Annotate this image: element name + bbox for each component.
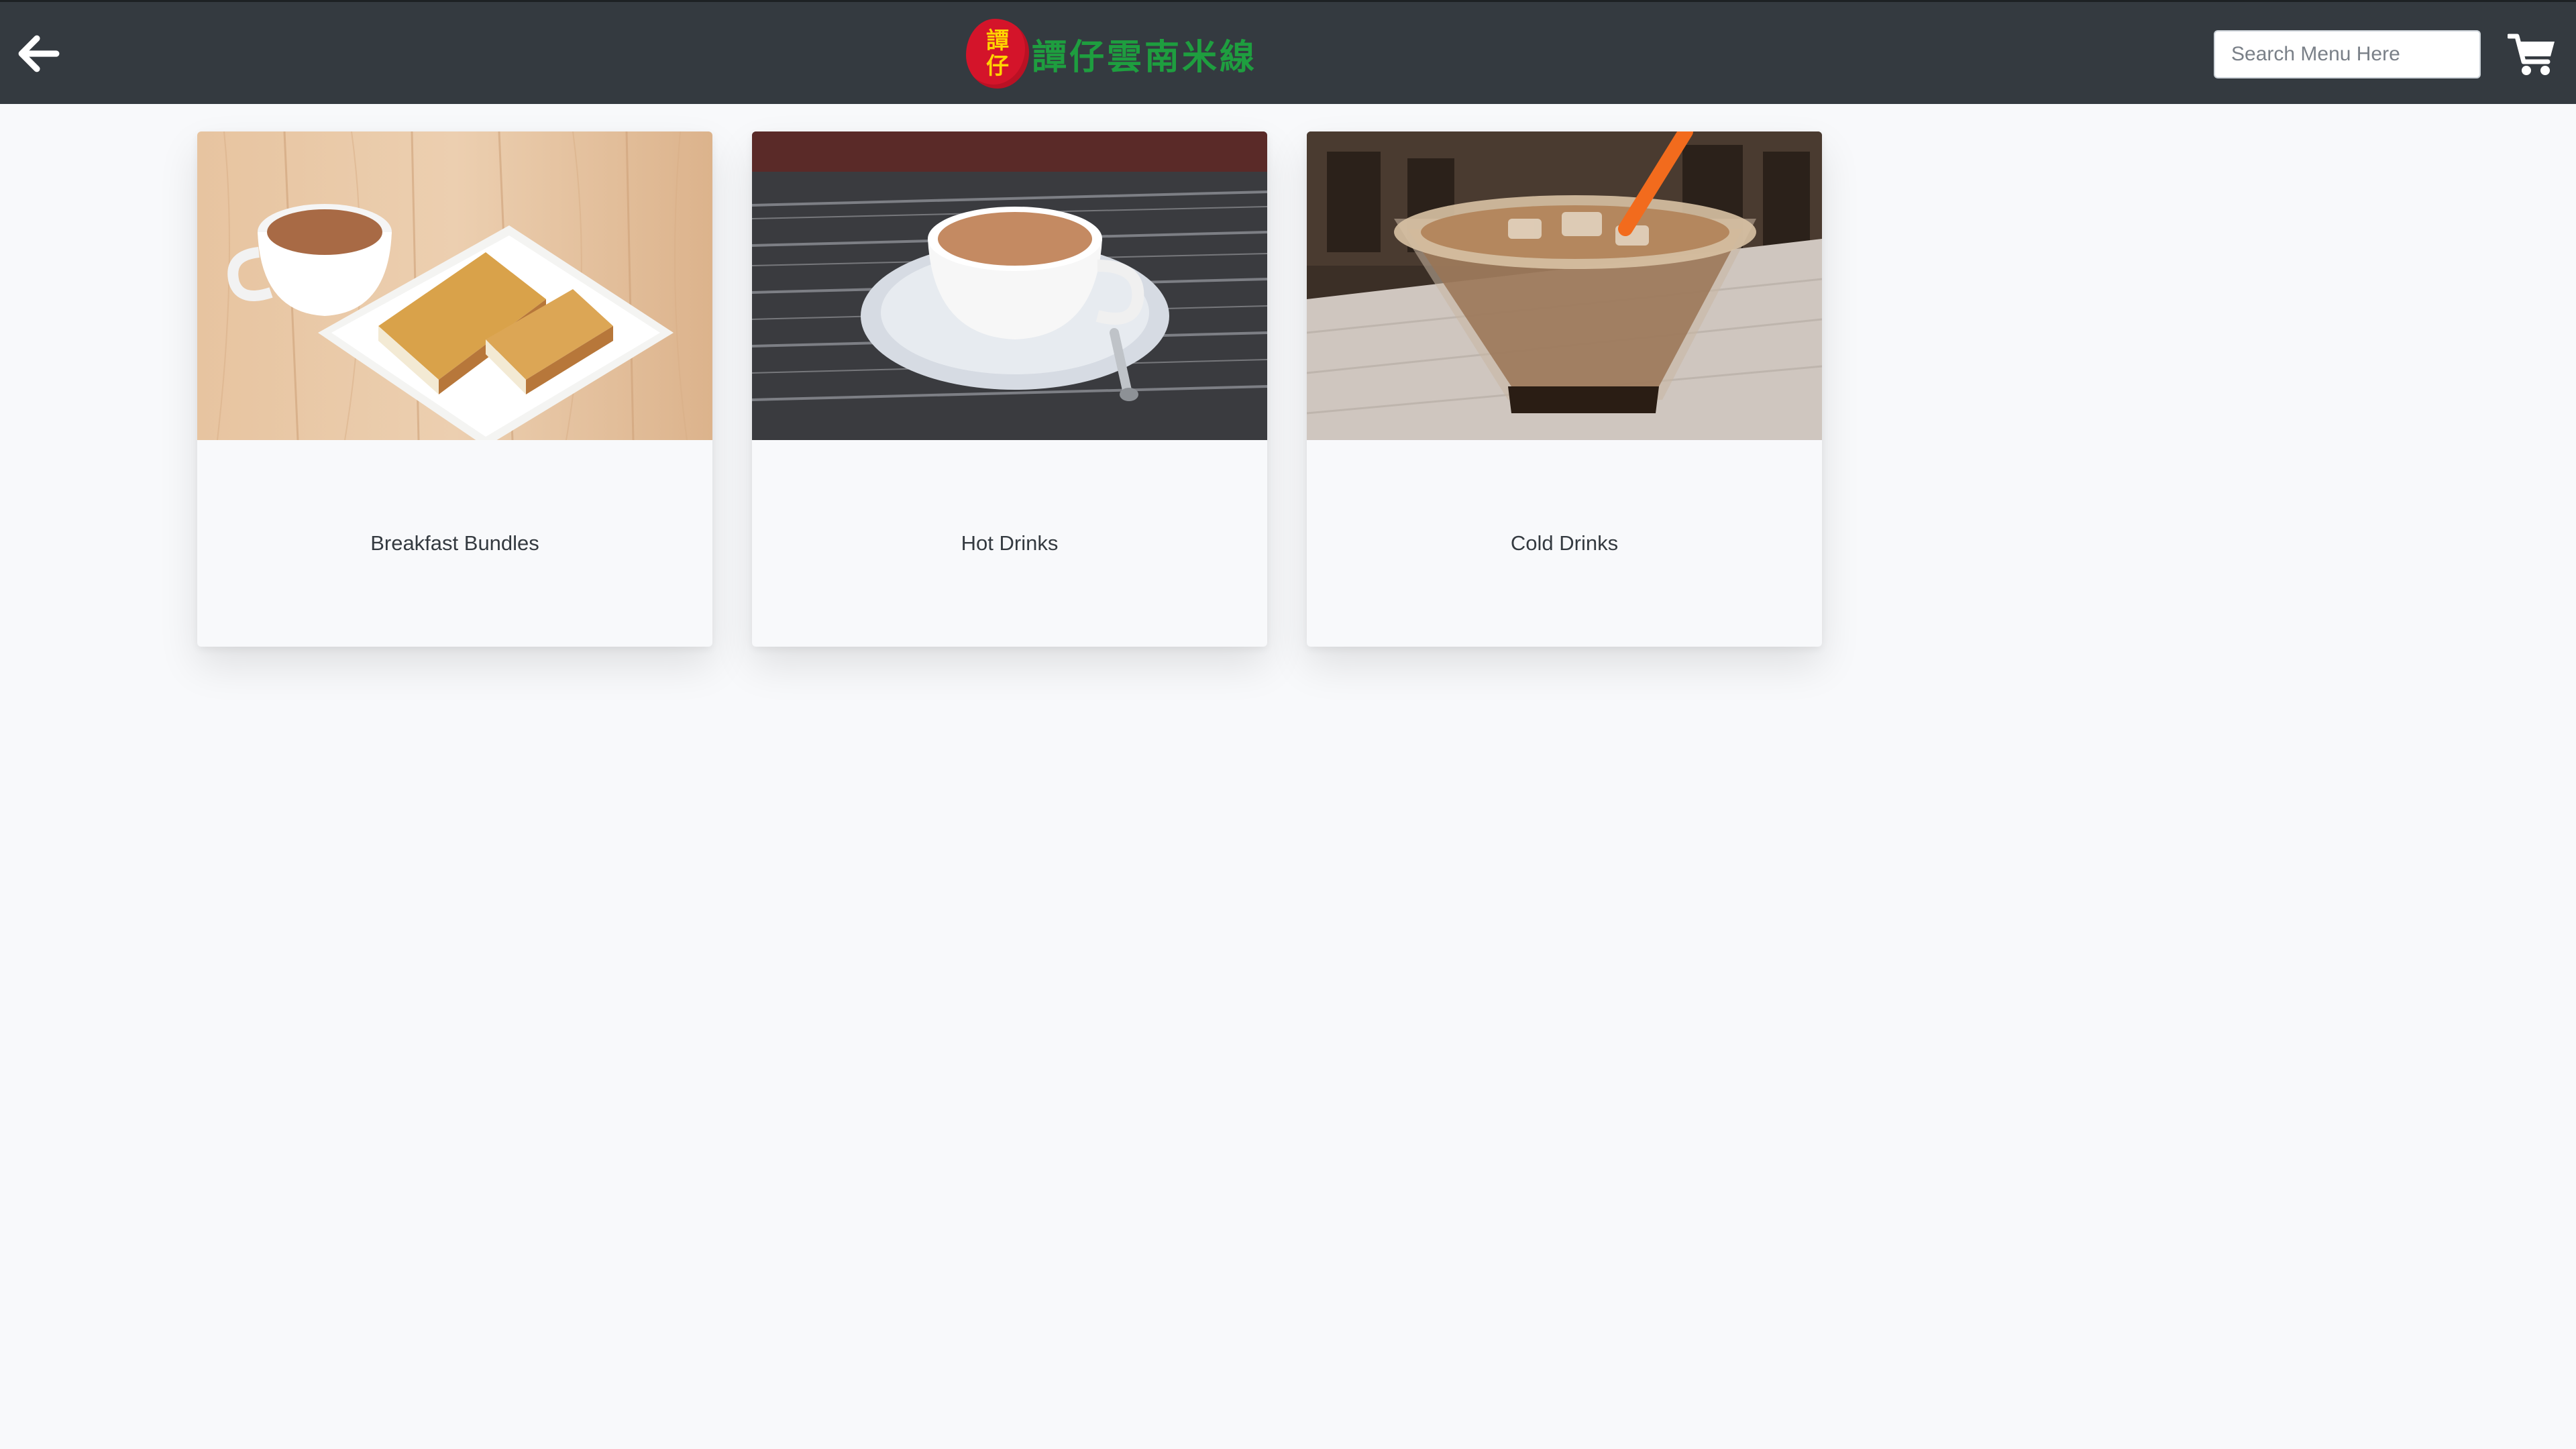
logo-seal-char-2: 仔 xyxy=(986,53,1009,80)
top-navigation-bar: 譚 仔 譚仔雲南米線 xyxy=(0,0,2576,104)
category-label: Breakfast Bundles xyxy=(370,531,539,555)
logo-brand-text: 譚仔雲南米線 xyxy=(1032,36,1258,78)
category-card-cold-drinks[interactable]: Cold Drinks xyxy=(1307,131,1822,647)
search-input[interactable] xyxy=(2214,30,2481,78)
logo-seal-char-1: 譚 xyxy=(986,28,1009,54)
cart-button[interactable] xyxy=(2506,30,2557,78)
category-grid: Breakfast Bundles Hot Drinks Cold Drinks xyxy=(197,131,1822,647)
milk-tea-and-toast-photo xyxy=(197,131,712,440)
category-label: Cold Drinks xyxy=(1510,531,1619,555)
back-button[interactable] xyxy=(15,30,62,77)
category-card-breakfast-bundles[interactable]: Breakfast Bundles xyxy=(197,131,712,647)
brand-logo[interactable]: 譚 仔 譚仔雲南米線 xyxy=(966,17,1257,91)
logo-seal: 譚 仔 xyxy=(966,19,1029,89)
category-label: Hot Drinks xyxy=(961,531,1059,555)
shopping-cart-icon xyxy=(2508,34,2555,75)
iced-milk-tea-glass-photo xyxy=(1307,131,1822,440)
hot-milk-tea-cup-photo xyxy=(752,131,1267,440)
arrow-left-icon xyxy=(18,35,60,72)
category-card-hot-drinks[interactable]: Hot Drinks xyxy=(752,131,1267,647)
